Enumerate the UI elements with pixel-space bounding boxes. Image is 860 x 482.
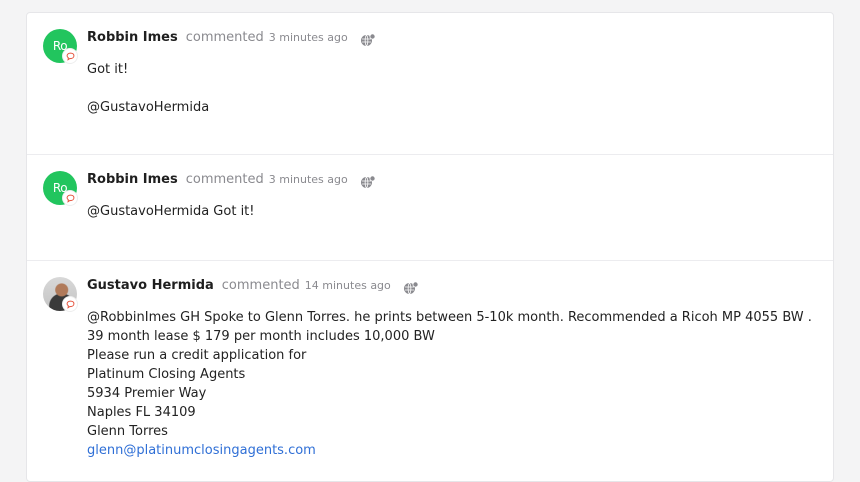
comment-author[interactable]: Robbin Imes — [87, 172, 178, 187]
comment-feed: Ro Robbin Imes commented 3 minutes ago G… — [26, 12, 834, 482]
comment-timestamp: 3 minutes ago — [268, 31, 348, 44]
comment-text-line: Got it! — [87, 62, 129, 77]
comment-text-line: @RobbinImes GH Spoke to Glenn Torres. he… — [87, 310, 812, 325]
comment-action: commented — [185, 172, 264, 187]
comment-header: Gustavo Hermida commented 14 minutes ago — [87, 278, 419, 298]
comment-body: @GustavoHermida Got it! — [87, 202, 255, 221]
comment-bubble-icon — [63, 191, 77, 205]
comment-text-line: Glenn Torres — [87, 424, 168, 439]
comment-text-line: 5934 Premier Way — [87, 386, 207, 401]
globe-icon[interactable] — [360, 33, 376, 47]
comment-item: Ro Robbin Imes commented 3 minutes ago G… — [27, 13, 833, 155]
comment-item: Ro Robbin Imes commented 3 minutes ago @… — [27, 155, 833, 261]
comment-blank-line — [87, 79, 209, 98]
comment-timestamp: 3 minutes ago — [268, 173, 348, 186]
comment-body: @RobbinImes GH Spoke to Glenn Torres. he… — [87, 308, 812, 460]
globe-icon[interactable] — [403, 281, 419, 295]
comment-action: commented — [185, 30, 264, 45]
comment-text-line: @GustavoHermida Got it! — [87, 204, 255, 219]
comment-item: Gustavo Hermida commented 14 minutes ago… — [27, 261, 833, 481]
globe-icon[interactable] — [360, 175, 376, 189]
comment-header: Robbin Imes commented 3 minutes ago — [87, 172, 376, 192]
comment-header: Robbin Imes commented 3 minutes ago — [87, 30, 376, 50]
comment-bubble-icon — [63, 49, 77, 63]
comment-timestamp: 14 minutes ago — [304, 279, 391, 292]
comment-author[interactable]: Gustavo Hermida — [87, 278, 214, 293]
comment-text-line: Please run a credit application for — [87, 348, 307, 363]
comment-author[interactable]: Robbin Imes — [87, 30, 178, 45]
email-link[interactable]: glenn@platinumclosingagents.com — [87, 441, 812, 460]
comment-mention[interactable]: @GustavoHermida — [87, 98, 209, 117]
comment-text-line: Platinum Closing Agents — [87, 367, 246, 382]
comment-text-line: Naples FL 34109 — [87, 405, 196, 420]
comment-text-line: 39 month lease $ 179 per month includes … — [87, 329, 435, 344]
comment-action: commented — [221, 278, 300, 293]
comment-body: Got it! @GustavoHermida — [87, 60, 209, 117]
comment-bubble-icon — [63, 297, 77, 311]
